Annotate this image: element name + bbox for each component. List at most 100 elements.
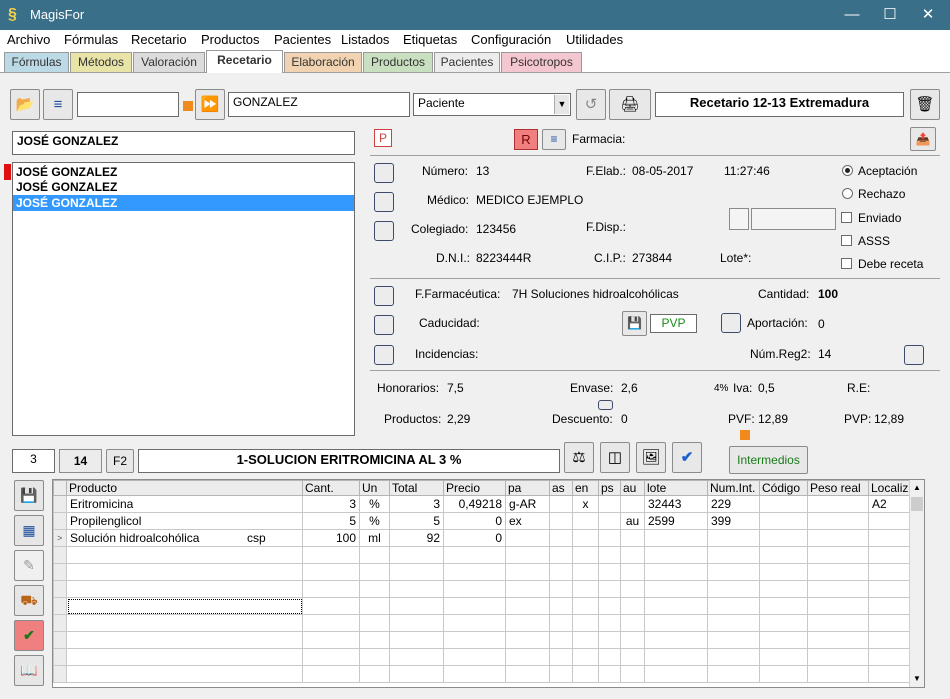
asss-checkbox[interactable] [841, 235, 852, 246]
empty-cell[interactable] [598, 648, 621, 666]
empty-cell[interactable] [549, 614, 573, 632]
empty-cell[interactable] [759, 546, 808, 564]
maximize-button[interactable]: ☐ [870, 4, 910, 26]
empty-cell[interactable] [505, 546, 550, 564]
cell-codigo[interactable] [759, 529, 808, 547]
empty-cell[interactable] [359, 665, 390, 683]
save-caducidad-button[interactable]: 💾 [622, 311, 647, 336]
empty-cell[interactable] [302, 631, 360, 649]
empty-cell[interactable] [807, 546, 869, 564]
tab-elaboracion[interactable]: Elaboración [284, 52, 362, 72]
empty-cell[interactable] [443, 614, 506, 632]
debe-receta-checkbox[interactable] [841, 258, 852, 269]
cell-precio[interactable]: 0 [443, 529, 506, 547]
balance-button[interactable]: ⚖ [564, 442, 594, 473]
cell-producto[interactable] [66, 563, 303, 581]
tab-psicotropos[interactable]: Psicotropos [501, 52, 582, 72]
cell-cant[interactable]: 5 [302, 512, 360, 530]
tab-recetario[interactable]: Recetario [206, 50, 283, 73]
cell-codigo[interactable] [759, 495, 808, 513]
menu-formulas[interactable]: Fórmulas [64, 32, 118, 47]
col-peso[interactable]: Peso real [807, 480, 869, 496]
col-cant[interactable]: Cant. [302, 480, 360, 496]
cell-producto[interactable] [66, 597, 303, 615]
f2-button[interactable]: F2 [106, 449, 134, 473]
col-ps[interactable]: ps [598, 480, 621, 496]
empty-cell[interactable] [868, 614, 910, 632]
menu-utilidades[interactable]: Utilidades [566, 32, 623, 47]
empty-cell[interactable] [389, 631, 444, 649]
empty-cell[interactable] [443, 580, 506, 598]
empty-cell[interactable] [759, 614, 808, 632]
patient-search-field[interactable]: GONZALEZ [228, 92, 410, 117]
delete-button[interactable]: 🗑 [910, 89, 940, 120]
cell-ps[interactable] [598, 529, 621, 547]
empty-cell[interactable] [807, 597, 869, 615]
empty-cell[interactable] [505, 563, 550, 581]
empty-cell[interactable] [807, 563, 869, 581]
col-numint[interactable]: Num.Int. [707, 480, 760, 496]
empty-cell[interactable] [389, 546, 444, 564]
cell-ps[interactable] [598, 512, 621, 530]
cell-peso[interactable] [807, 495, 869, 513]
empty-row[interactable] [53, 648, 910, 666]
pvp-button[interactable]: PVP [650, 314, 697, 333]
cell-total[interactable]: 5 [389, 512, 444, 530]
rechazo-radio[interactable] [842, 188, 853, 199]
menu-pacientes[interactable]: Pacientes [274, 32, 331, 47]
col-pa[interactable]: pa [505, 480, 550, 496]
cell-producto[interactable] [66, 648, 303, 666]
empty-cell[interactable] [549, 648, 573, 666]
empty-cell[interactable] [807, 648, 869, 666]
empty-cell[interactable] [572, 546, 599, 564]
fdisp-field[interactable] [751, 208, 836, 230]
empty-cell[interactable] [644, 648, 708, 666]
empty-cell[interactable] [759, 597, 808, 615]
empty-cell[interactable] [443, 563, 506, 581]
image-button[interactable]: 🖼 [636, 442, 666, 473]
empty-cell[interactable] [807, 614, 869, 632]
empty-cell[interactable] [807, 580, 869, 598]
cell-numint[interactable]: 229 [707, 495, 760, 513]
cell-lote[interactable]: 2599 [644, 512, 708, 530]
empty-row[interactable] [53, 631, 910, 649]
empty-cell[interactable] [572, 614, 599, 632]
cell-codigo[interactable] [759, 512, 808, 530]
grid-scrollbar[interactable]: ▲ ▼ [909, 480, 924, 687]
cell-total[interactable]: 92 [389, 529, 444, 547]
empty-cell[interactable] [389, 580, 444, 598]
cell-producto[interactable] [66, 665, 303, 683]
empty-cell[interactable] [443, 546, 506, 564]
print-button[interactable]: 🖨 [609, 89, 651, 120]
empty-cell[interactable] [389, 563, 444, 581]
empty-cell[interactable] [359, 648, 390, 666]
open-folder-button[interactable]: 📂 [10, 89, 40, 120]
empty-cell[interactable] [389, 648, 444, 666]
export-button[interactable]: 📤 [910, 127, 936, 151]
cell-producto[interactable]: Solución hidroalcohólica csp [66, 529, 303, 547]
empty-cell[interactable] [807, 665, 869, 683]
empty-cell[interactable] [759, 648, 808, 666]
grid-side-button[interactable]: ▦ [14, 515, 44, 546]
empty-cell[interactable] [620, 665, 645, 683]
empty-row[interactable] [53, 614, 910, 632]
empty-cell[interactable] [549, 597, 573, 615]
empty-cell[interactable] [549, 631, 573, 649]
empty-cell[interactable] [620, 580, 645, 598]
col-producto[interactable]: Producto [66, 480, 303, 496]
cell-localiz[interactable] [868, 529, 910, 547]
empty-cell[interactable] [359, 597, 390, 615]
list-item-selected[interactable]: JOSÉ GONZALEZ [13, 195, 354, 211]
cell-producto[interactable]: Propilenglicol [66, 512, 303, 530]
tab-formulas[interactable]: Fórmulas [4, 52, 69, 72]
empty-cell[interactable] [620, 563, 645, 581]
empty-cell[interactable] [505, 648, 550, 666]
empty-cell[interactable] [443, 631, 506, 649]
empty-cell[interactable] [620, 648, 645, 666]
empty-cell[interactable] [868, 665, 910, 683]
cell-lote[interactable] [644, 529, 708, 547]
empty-cell[interactable] [572, 631, 599, 649]
col-localiz[interactable]: Localiz [868, 480, 910, 496]
accept-side-button[interactable]: ✔ [14, 620, 44, 651]
empty-cell[interactable] [302, 580, 360, 598]
